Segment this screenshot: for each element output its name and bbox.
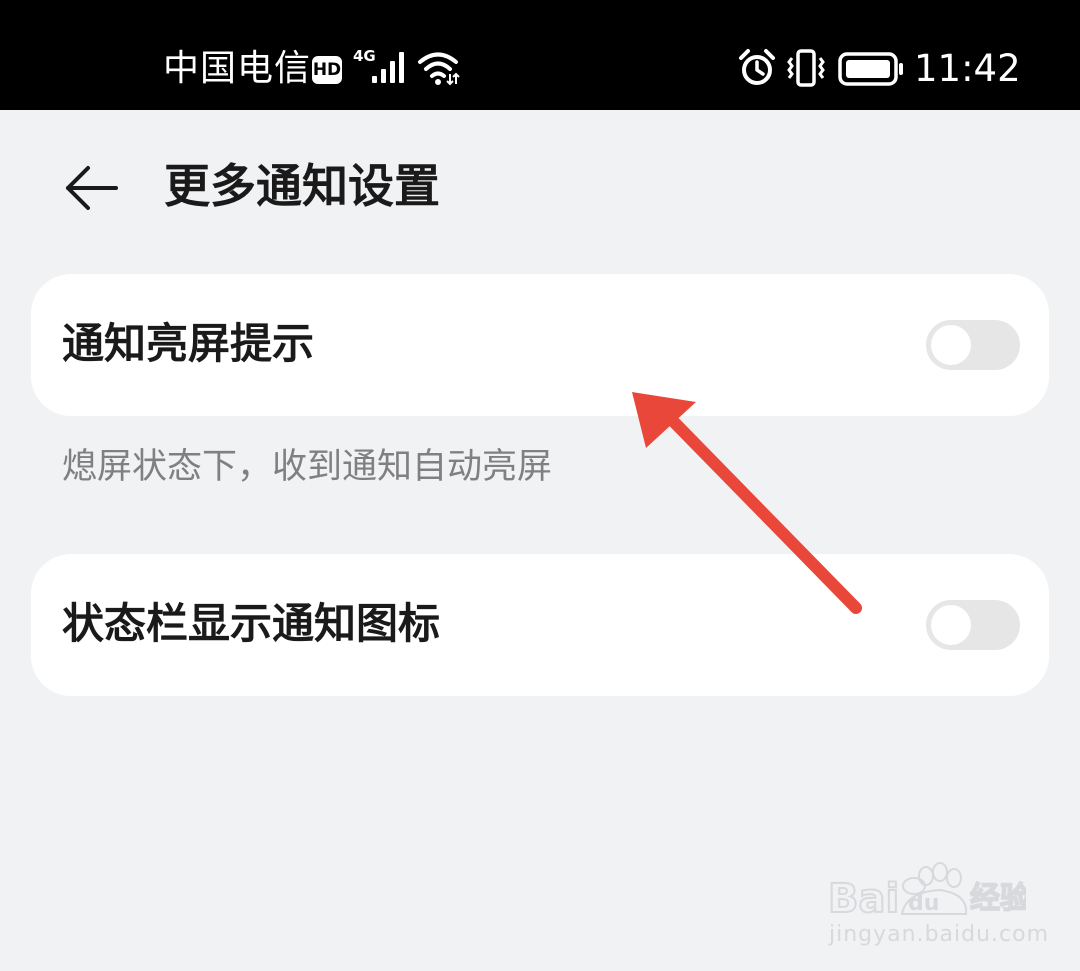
annotation-arrow bbox=[632, 392, 862, 614]
svg-text:du: du bbox=[908, 891, 939, 916]
wake-screen-toggle[interactable] bbox=[926, 320, 1020, 370]
setting-status-bar-icons: 状态栏显示通知图标 bbox=[31, 554, 1049, 696]
setting-label: 状态栏显示通知图标 bbox=[62, 599, 441, 648]
watermark-url: jingyan.baidu.com bbox=[829, 922, 1050, 947]
signal-icon bbox=[372, 52, 404, 83]
setting-label: 通知亮屏提示 bbox=[62, 319, 315, 368]
vibrate-icon bbox=[787, 49, 825, 87]
status-bar-icons-toggle[interactable] bbox=[926, 600, 1020, 650]
battery-icon bbox=[838, 52, 903, 86]
svg-text:经验: 经验 bbox=[970, 881, 1026, 916]
arrow-left-icon[interactable] bbox=[62, 158, 122, 218]
clock: 11:42 bbox=[914, 47, 1021, 90]
wifi-icon bbox=[418, 52, 460, 86]
svg-text:Bai: Bai bbox=[828, 876, 899, 918]
status-bar: 中国电信 HD 4G 11:42 bbox=[0, 0, 1080, 110]
setting-description: 熄屏状态下，收到通知自动亮屏 bbox=[62, 447, 553, 487]
toggle-knob bbox=[931, 605, 971, 645]
hd-icon: HD bbox=[312, 56, 342, 84]
carrier-name: 中国电信 bbox=[163, 48, 312, 89]
alarm-icon bbox=[739, 49, 775, 85]
page-title: 更多通知设置 bbox=[164, 159, 440, 213]
toggle-knob bbox=[931, 325, 971, 365]
setting-wake-screen: 通知亮屏提示 bbox=[31, 274, 1049, 416]
baidu-watermark-logo: Bai du 经验 bbox=[827, 862, 1026, 918]
